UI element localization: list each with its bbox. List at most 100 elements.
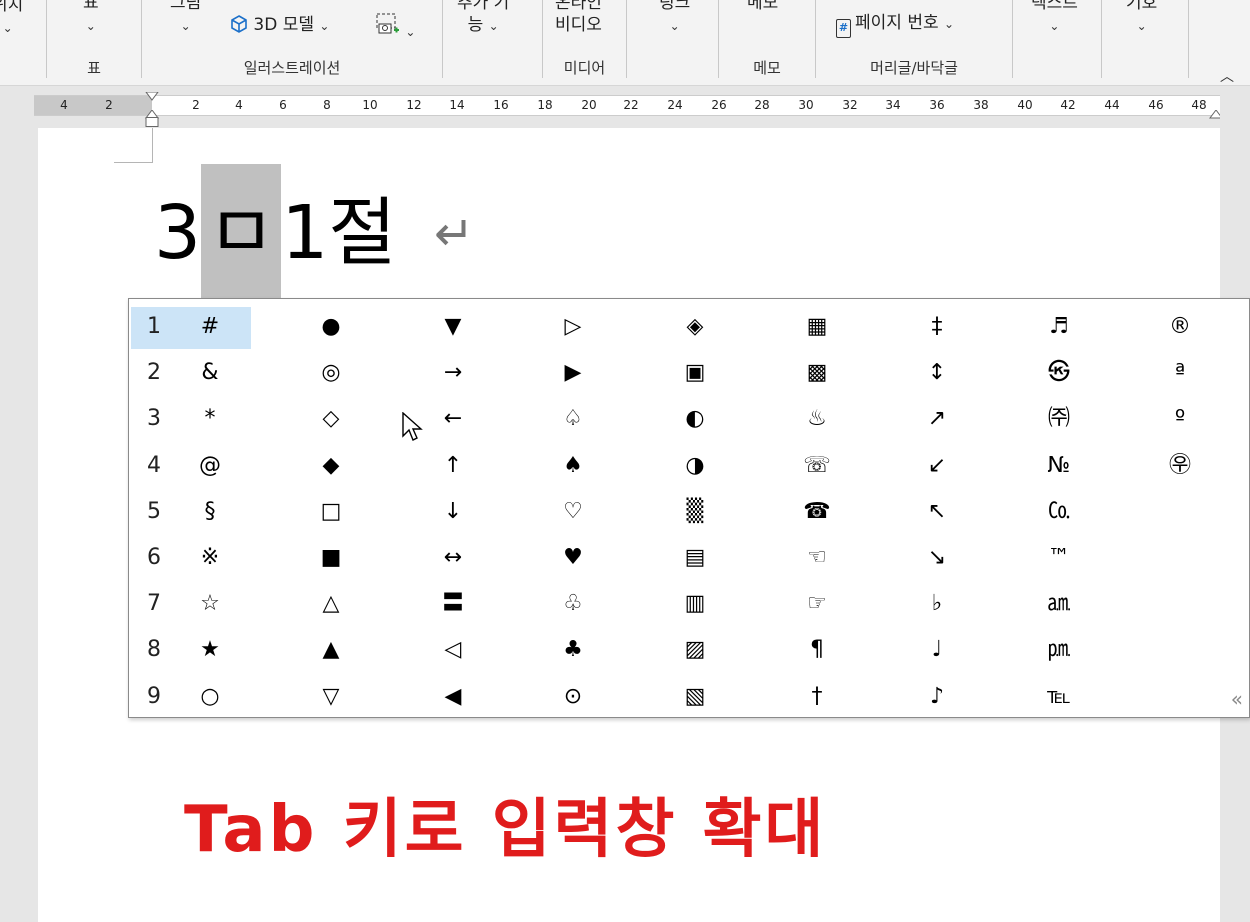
symbol-cell[interactable]: # <box>182 307 238 347</box>
collapse-ribbon-icon[interactable]: ︿ <box>1220 66 1234 85</box>
symbol-cell[interactable]: ㏘ <box>1031 630 1087 670</box>
symbol-cell[interactable]: ↑ <box>425 446 481 486</box>
symbol-cell[interactable]: ㈜ <box>1031 399 1087 439</box>
symbol-cell[interactable]: ♡ <box>545 492 601 532</box>
symbol-cell[interactable]: ← <box>425 399 481 439</box>
symbol-cell[interactable]: ☏ <box>789 446 845 486</box>
symbol-cell[interactable]: ↘ <box>909 538 965 578</box>
symbol-cell[interactable]: ♥ <box>545 538 601 578</box>
symbol-cell[interactable]: ▥ <box>667 584 723 624</box>
symbol-cell[interactable]: ↓ <box>425 492 481 532</box>
symbol-cell[interactable]: ▧ <box>667 677 723 717</box>
symbol-cell[interactable]: ↔ <box>425 538 481 578</box>
symbol-cell[interactable]: ℡ <box>1031 677 1087 717</box>
symbol-cell[interactable]: ◎ <box>303 353 359 393</box>
symbol-cell[interactable]: ♠ <box>545 446 601 486</box>
text-button[interactable]: 텍스트 ⌄ <box>1031 0 1078 37</box>
symbol-cell[interactable]: ‡ <box>909 307 965 347</box>
symbol-cell[interactable]: ♨ <box>789 399 845 439</box>
symbol-cell[interactable]: № <box>1031 446 1087 486</box>
symbol-cell[interactable]: ↕ <box>909 353 965 393</box>
first-line-indent-marker[interactable] <box>145 92 159 101</box>
symbol-cell[interactable]: ▤ <box>667 538 723 578</box>
symbol-cell[interactable]: @ <box>182 446 238 486</box>
screenshot-button[interactable]: ⌄ <box>374 12 415 43</box>
symbols-button[interactable]: 기호 ⌄ <box>1126 0 1157 37</box>
symbol-cell[interactable]: ♤ <box>545 399 601 439</box>
symbol-cell[interactable]: ◐ <box>667 399 723 439</box>
heading-text[interactable]: 3ㅁ1절 <box>154 164 396 300</box>
picture-button[interactable]: 그림 ⌄ <box>170 0 201 37</box>
symbol-cell[interactable]: & <box>182 353 238 393</box>
symbol-cell[interactable]: ▣ <box>667 353 723 393</box>
symbol-cell[interactable]: † <box>789 677 845 717</box>
symbol-cell[interactable]: → <box>425 353 481 393</box>
table-button[interactable]: 표 ⌄ <box>83 0 99 37</box>
symbol-cell[interactable]: * <box>182 399 238 439</box>
symbol-cell[interactable]: ▒ <box>667 492 723 532</box>
selected-symbol[interactable]: ㅁ <box>201 164 282 300</box>
expand-popup-icon[interactable]: « <box>1231 687 1243 711</box>
page-number-button[interactable]: # 페이지 번호 ⌄ <box>836 12 954 38</box>
symbol-cell[interactable]: 〓 <box>425 584 481 624</box>
symbol-cell[interactable]: ★ <box>182 630 238 670</box>
symbol-cell[interactable]: ◇ <box>303 399 359 439</box>
comment-button[interactable]: 메모 <box>747 0 778 14</box>
symbol-cell[interactable]: △ <box>303 584 359 624</box>
symbol-cell[interactable]: ◁ <box>425 630 481 670</box>
symbol-cell[interactable]: ☆ <box>182 584 238 624</box>
addins-button[interactable]: 추가 기능 ⌄ <box>457 0 509 37</box>
symbol-cell[interactable]: ㉾ <box>1152 446 1208 486</box>
left-indent-box[interactable] <box>145 117 159 127</box>
symbol-cell[interactable]: ※ <box>182 538 238 578</box>
symbol-cell[interactable]: ◀ <box>425 677 481 717</box>
symbol-cell[interactable]: ㏂ <box>1031 584 1087 624</box>
symbol-cell[interactable]: ▶ <box>545 353 601 393</box>
symbol-cell[interactable]: ♪ <box>909 677 965 717</box>
online-video-label-2: 비디오 <box>555 15 602 35</box>
symbol-cell[interactable]: ◈ <box>667 307 723 347</box>
symbol-cell[interactable]: ↖ <box>909 492 965 532</box>
symbol-cell[interactable]: ● <box>303 307 359 347</box>
symbol-cell[interactable]: ↗ <box>909 399 965 439</box>
symbol-cell[interactable]: ◑ <box>667 446 723 486</box>
symbol-cell[interactable]: ♭ <box>909 584 965 624</box>
symbol-cell[interactable]: ▽ <box>303 677 359 717</box>
symbol-cell[interactable]: ♩ <box>909 630 965 670</box>
symbol-cell[interactable]: ☜ <box>789 538 845 578</box>
symbol-cell[interactable]: ® <box>1152 307 1208 347</box>
symbol-candidate-popup[interactable]: 1 2 3 4 5 6 7 8 9 # & * @ § ※ ☆ ★ ○ ● ◎ ◇ ◆ □ ■ △ ▲ ▽ ▼ → ← ↑ ↓ ↔ 〓 ◁ ◀ ▷ ▶ ♤… <box>128 298 1250 718</box>
symbol-cell[interactable]: § <box>182 492 238 532</box>
ruler-tick: 18 <box>537 98 553 112</box>
ribbon-left-fragment[interactable]: 위치⌄ <box>0 0 23 39</box>
symbol-cell[interactable]: ▨ <box>667 630 723 670</box>
symbol-cell[interactable]: ♬ <box>1031 307 1087 347</box>
symbol-cell[interactable]: ㉿ <box>1031 353 1087 393</box>
symbol-cell[interactable]: ▩ <box>789 353 845 393</box>
online-video-button[interactable]: 온라인 비디오 <box>555 0 602 36</box>
horizontal-ruler[interactable]: 4 2 2 4 6 8 10 12 14 16 18 20 22 24 26 28 30 32 34 36 38 40 42… <box>34 92 1250 119</box>
symbol-cell[interactable]: ↙ <box>909 446 965 486</box>
link-button[interactable]: 링크 ⌄ <box>659 0 690 37</box>
symbol-cell[interactable]: ▦ <box>789 307 845 347</box>
text-label: 텍스트 <box>1031 0 1078 13</box>
symbol-cell[interactable]: ♧ <box>545 584 601 624</box>
symbol-cell[interactable]: ™ <box>1031 538 1087 578</box>
symbol-cell[interactable]: ♣ <box>545 630 601 670</box>
group-media-label: 미디어 <box>563 59 606 77</box>
symbol-cell[interactable]: ○ <box>182 677 238 717</box>
symbol-cell[interactable]: ⊙ <box>545 677 601 717</box>
symbol-cell[interactable]: º <box>1152 399 1208 439</box>
symbol-cell[interactable]: ▷ <box>545 307 601 347</box>
symbol-cell[interactable]: ☎ <box>789 492 845 532</box>
symbol-cell[interactable]: ☞ <box>789 584 845 624</box>
symbol-cell[interactable]: ◆ <box>303 446 359 486</box>
symbol-cell[interactable]: ▼ <box>425 307 481 347</box>
symbol-cell[interactable]: ▲ <box>303 630 359 670</box>
symbol-cell[interactable]: ª <box>1152 353 1208 393</box>
symbol-cell[interactable]: □ <box>303 492 359 532</box>
symbol-cell[interactable]: ■ <box>303 538 359 578</box>
symbol-cell[interactable]: ¶ <box>789 630 845 670</box>
symbol-cell[interactable]: ㏇ <box>1031 492 1087 532</box>
3d-model-button[interactable]: 3D 모델 ⌄ <box>230 14 329 37</box>
